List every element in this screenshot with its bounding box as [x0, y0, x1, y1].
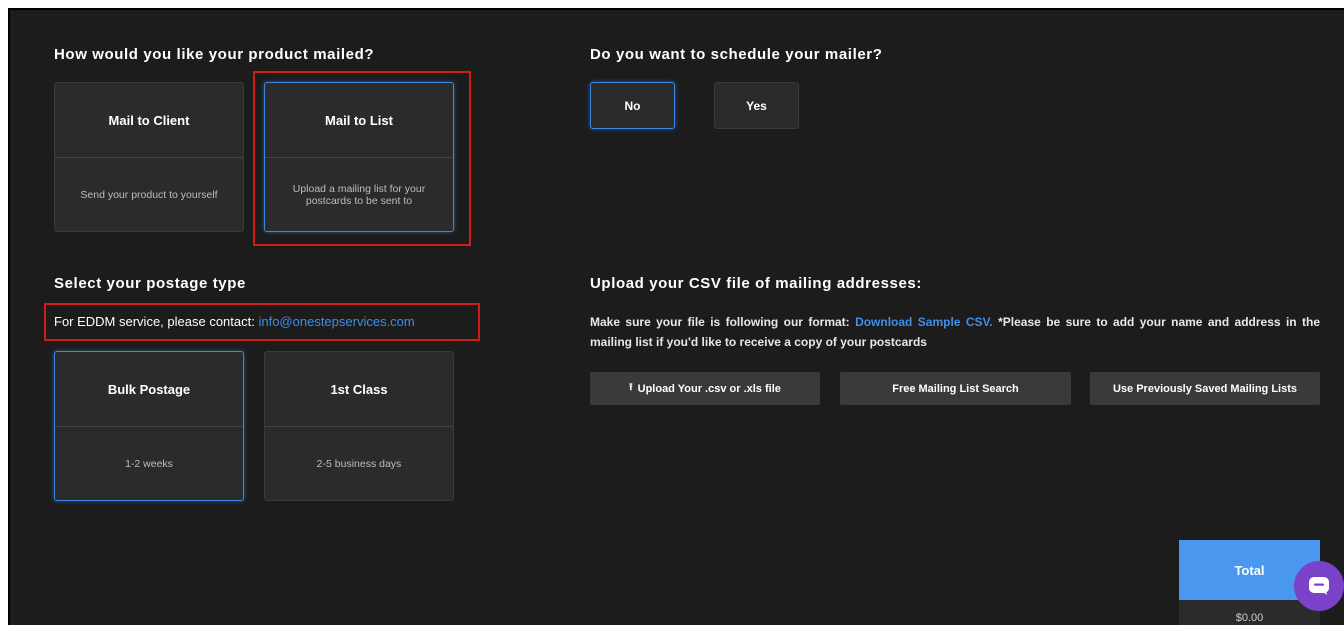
bulk-postage-card[interactable]: Bulk Postage 1-2 weeks: [54, 351, 244, 501]
mail-to-client-title: Mail to Client: [55, 83, 243, 158]
upload-instructions: Make sure your file is following our for…: [590, 312, 1320, 352]
first-class-desc: 2-5 business days: [316, 457, 402, 470]
download-sample-csv-link[interactable]: Download Sample CSV.: [855, 315, 993, 329]
bulk-postage-title: Bulk Postage: [55, 352, 243, 427]
mail-to-list-desc: Upload a mailing list for your postcards…: [292, 182, 426, 207]
mail-to-list-card[interactable]: Mail to List Upload a mailing list for y…: [264, 82, 454, 232]
schedule-yes-button[interactable]: Yes: [714, 82, 799, 129]
saved-mailing-lists-button[interactable]: Use Previously Saved Mailing Lists: [1090, 372, 1320, 405]
first-class-card[interactable]: 1st Class 2-5 business days: [264, 351, 454, 501]
upload-file-button[interactable]: ⭱ Upload Your .csv or .xls file: [590, 372, 820, 405]
chat-icon: [1309, 577, 1329, 595]
app-frame: How would you like your product mailed? …: [8, 8, 1344, 625]
total-value: $0.00: [1179, 600, 1320, 625]
upload-instructions-prefix: Make sure your file is following our for…: [590, 315, 856, 329]
chat-button[interactable]: [1294, 561, 1344, 611]
schedule-heading: Do you want to schedule your mailer?: [590, 46, 883, 63]
free-mailing-list-search-button[interactable]: Free Mailing List Search: [840, 372, 1071, 405]
upload-file-label: Upload Your .csv or .xls file: [637, 382, 781, 395]
mail-to-list-title: Mail to List: [265, 83, 453, 158]
eddm-contact-prefix: For EDDM service, please contact:: [54, 314, 259, 329]
mailing-heading: How would you like your product mailed?: [54, 46, 375, 63]
bulk-postage-desc: 1-2 weeks: [125, 457, 173, 470]
upload-icon: ⭱: [629, 382, 633, 393]
schedule-no-button[interactable]: No: [590, 82, 675, 129]
upload-heading: Upload your CSV file of mailing addresse…: [590, 275, 922, 292]
postage-heading: Select your postage type: [54, 275, 246, 292]
eddm-contact-email-link[interactable]: info@onestepservices.com: [258, 314, 414, 329]
mail-to-client-desc: Send your product to yourself: [80, 188, 218, 201]
mail-to-client-card[interactable]: Mail to Client Send your product to your…: [54, 82, 244, 232]
first-class-title: 1st Class: [265, 352, 453, 427]
eddm-contact-text: For EDDM service, please contact: info@o…: [54, 314, 415, 329]
